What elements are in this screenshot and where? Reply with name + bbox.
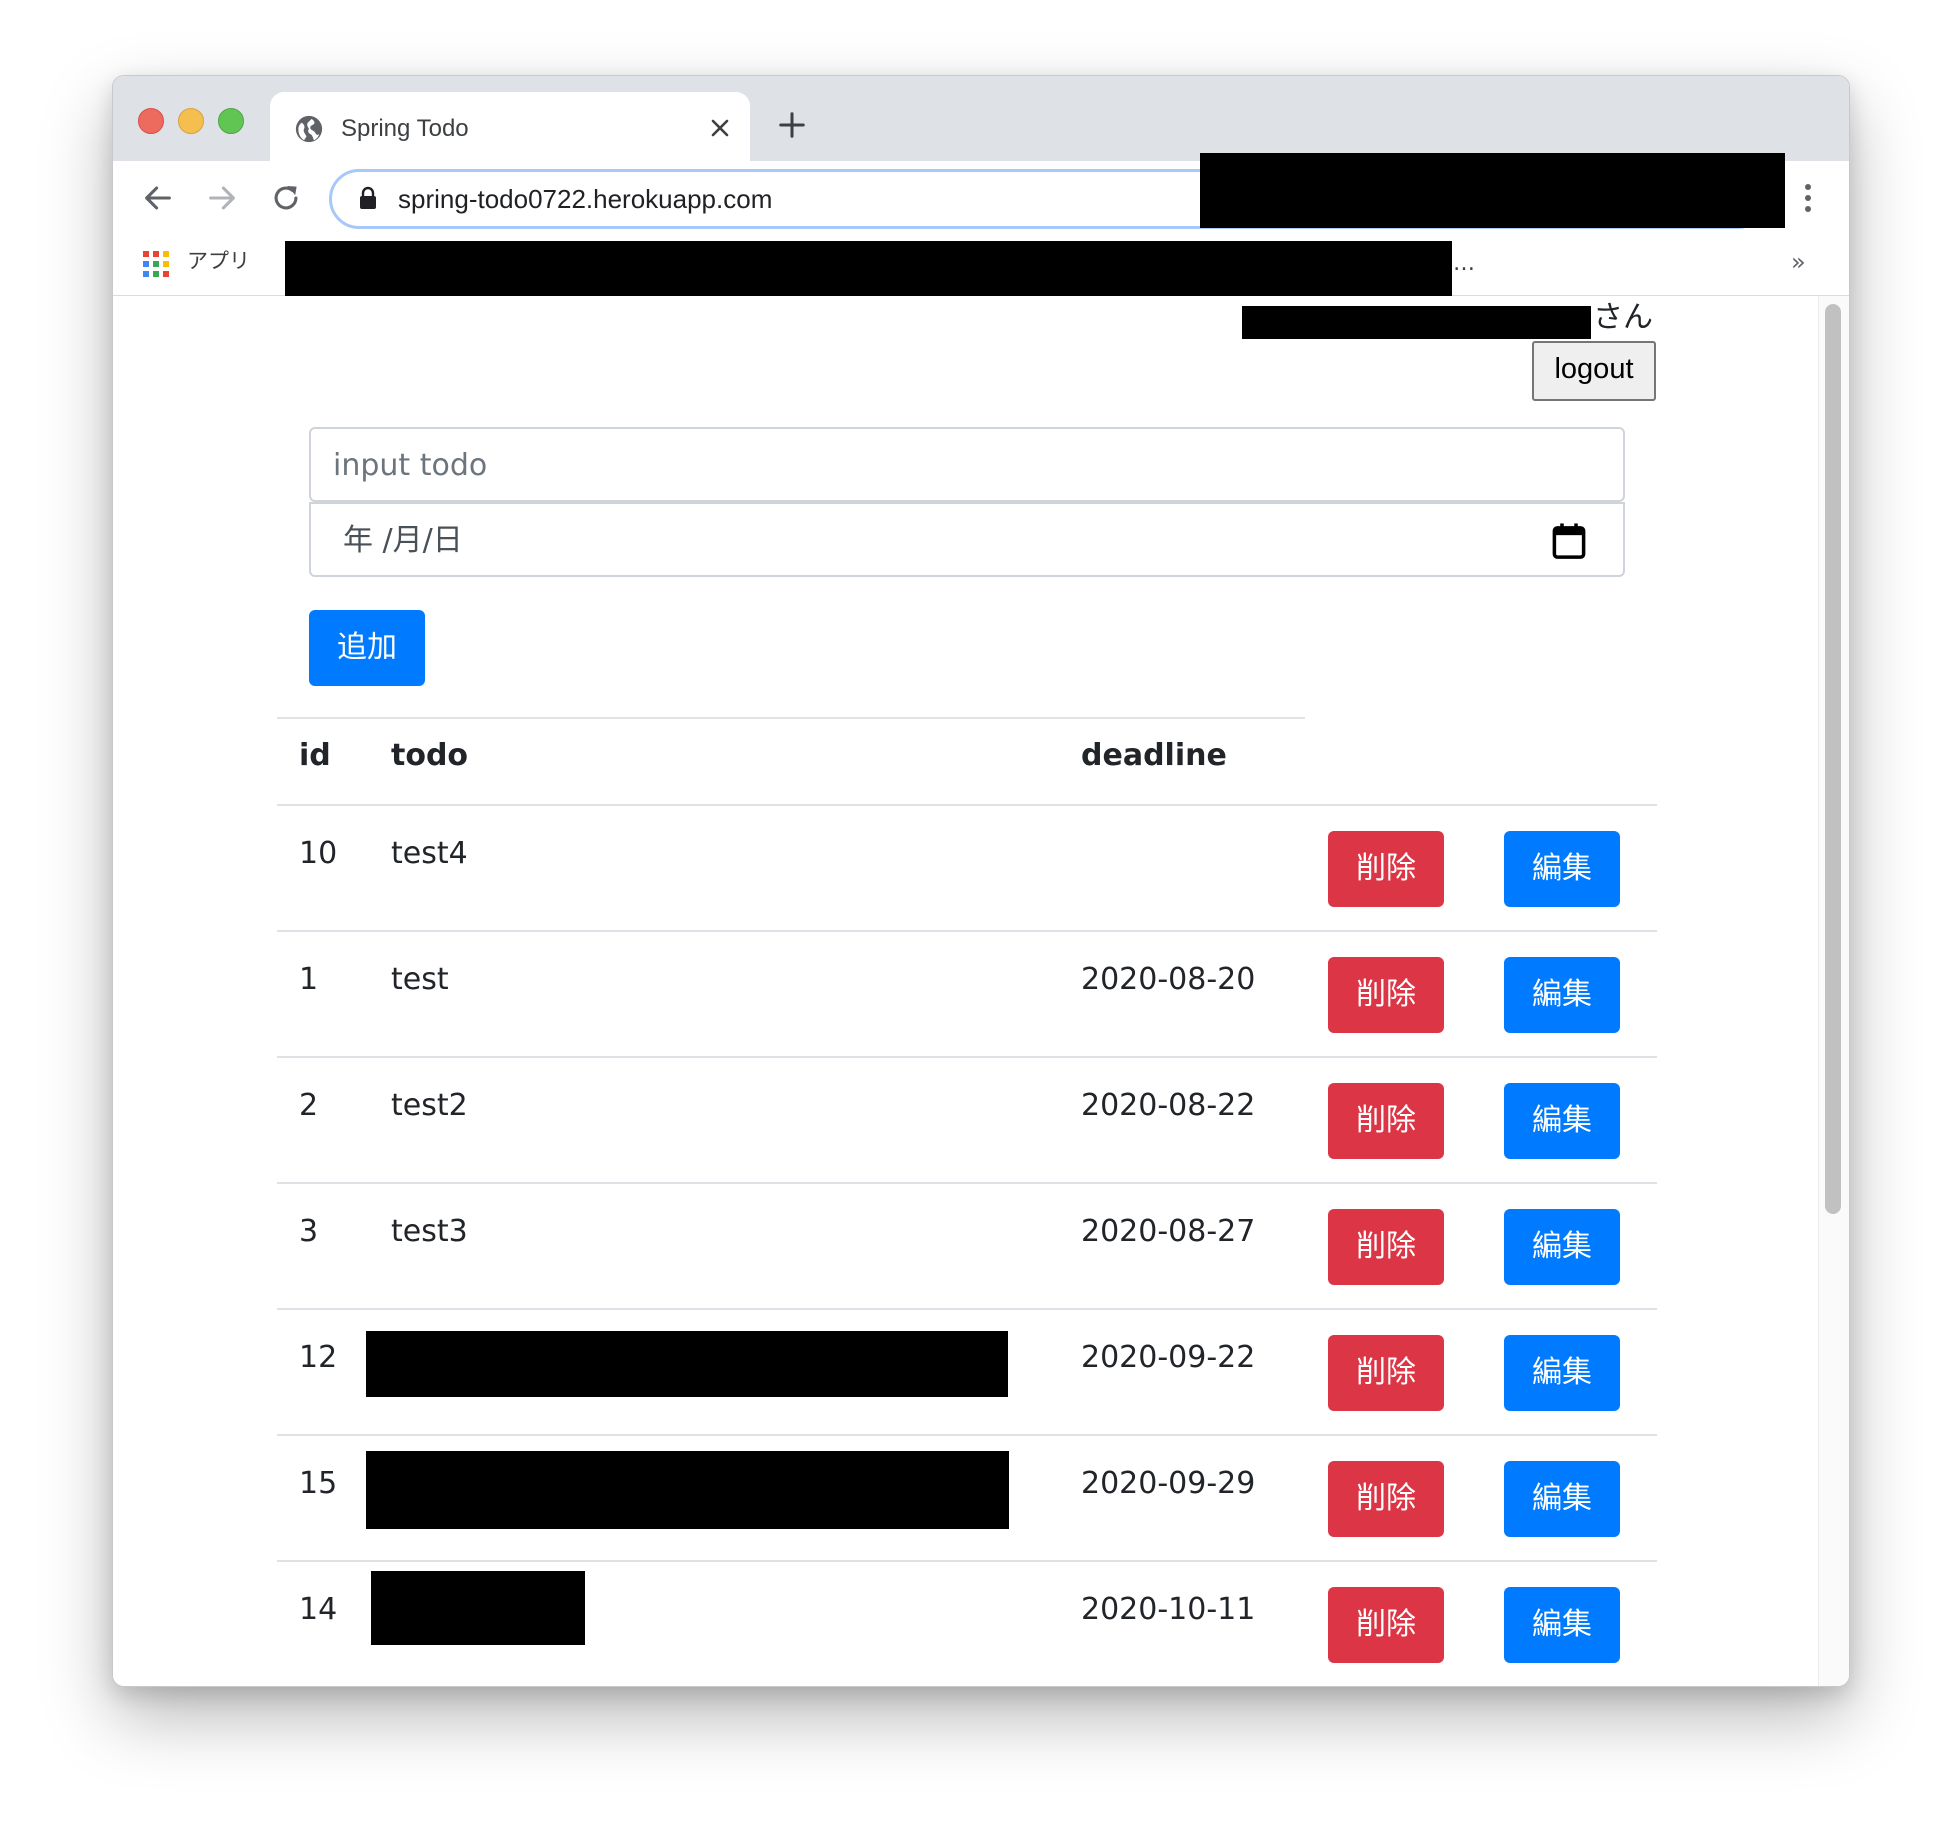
apps-grid-icon[interactable]: [143, 251, 169, 277]
cell-deadline: 2020-08-27: [1081, 1214, 1256, 1249]
close-window-button[interactable]: [138, 108, 164, 134]
forward-arrow-icon[interactable]: [205, 181, 239, 215]
reload-icon[interactable]: [269, 181, 303, 215]
edit-button[interactable]: 編集: [1504, 1083, 1620, 1159]
cell-id: 3: [299, 1214, 319, 1249]
scrollbar-thumb[interactable]: [1825, 304, 1841, 1214]
delete-button[interactable]: 削除: [1328, 1461, 1444, 1537]
cell-todo: test4: [391, 836, 468, 871]
calendar-icon[interactable]: [1551, 522, 1587, 560]
delete-button[interactable]: 削除: [1328, 1587, 1444, 1663]
row-divider: [277, 1056, 1657, 1058]
delete-button[interactable]: 削除: [1328, 957, 1444, 1033]
tab-spring-todo[interactable]: Spring Todo: [270, 92, 750, 161]
new-tab-icon[interactable]: [777, 110, 807, 140]
divider: [277, 717, 1305, 719]
browser-menu-icon[interactable]: [1801, 181, 1815, 215]
username-redaction: [1242, 306, 1591, 339]
row-divider: [277, 804, 1657, 806]
user-suffix-text: さん: [1593, 300, 1653, 335]
edit-button[interactable]: 編集: [1504, 1461, 1620, 1537]
cell-deadline: 2020-09-22: [1081, 1340, 1256, 1375]
page-viewport: さん logout input todo 年 /月/日 追加 id todo d: [113, 296, 1849, 1686]
edit-button[interactable]: 編集: [1504, 1335, 1620, 1411]
todo-redaction: [366, 1451, 1009, 1529]
tab-strip: Spring Todo: [113, 76, 1849, 161]
delete-button[interactable]: 削除: [1328, 1083, 1444, 1159]
cell-deadline: 2020-09-29: [1081, 1466, 1256, 1501]
browser-window: Spring Todo spring-todo0722.herokuapp.co…: [112, 75, 1850, 1687]
cell-id: 12: [299, 1340, 338, 1375]
add-button[interactable]: 追加: [309, 610, 425, 686]
cell-todo: test: [391, 962, 449, 997]
date-input-placeholder: 年 /月/日: [343, 523, 463, 558]
row-divider: [277, 1308, 1657, 1310]
cell-todo: test3: [391, 1214, 468, 1249]
column-header-todo: todo: [391, 738, 469, 773]
deadline-date-input[interactable]: 年 /月/日: [309, 502, 1625, 577]
delete-button[interactable]: 削除: [1328, 831, 1444, 907]
url-text: spring-todo0722.herokuapp.com: [398, 184, 773, 214]
redaction-block: [285, 241, 1452, 299]
back-arrow-icon[interactable]: [141, 181, 175, 215]
todo-redaction: [366, 1331, 1008, 1397]
close-tab-icon[interactable]: [708, 116, 732, 140]
column-header-deadline: deadline: [1081, 738, 1227, 773]
cell-id: 2: [299, 1088, 319, 1123]
row-divider: [277, 1560, 1657, 1562]
edit-button[interactable]: 編集: [1504, 1209, 1620, 1285]
cell-deadline: 2020-10-11: [1081, 1592, 1256, 1627]
screenshot-stage: Spring Todo spring-todo0722.herokuapp.co…: [0, 0, 1960, 1832]
zoom-window-button[interactable]: [218, 108, 244, 134]
edit-button[interactable]: 編集: [1504, 957, 1620, 1033]
row-divider: [277, 1434, 1657, 1436]
cell-id: 14: [299, 1592, 338, 1627]
row-divider: [277, 930, 1657, 932]
edit-button[interactable]: 編集: [1504, 831, 1620, 907]
todo-input-placeholder: input todo: [333, 448, 488, 483]
delete-button[interactable]: 削除: [1328, 1335, 1444, 1411]
bookmark-overflow-text: …: [1453, 251, 1475, 276]
cell-todo: test2: [391, 1088, 468, 1123]
cell-id: 15: [299, 1466, 338, 1501]
apps-bookmark-label[interactable]: アプリ: [187, 247, 250, 277]
bookmarks-more-icon[interactable]: »: [1791, 247, 1806, 277]
column-header-id: id: [299, 738, 331, 773]
edit-button[interactable]: 編集: [1504, 1587, 1620, 1663]
logout-button[interactable]: logout: [1532, 341, 1656, 401]
redaction-block: [1200, 153, 1785, 228]
row-divider: [277, 1182, 1657, 1184]
lock-icon: [360, 186, 376, 209]
cell-deadline: 2020-08-20: [1081, 962, 1256, 997]
tab-title: Spring Todo: [341, 115, 469, 142]
minimize-window-button[interactable]: [178, 108, 204, 134]
cell-deadline: 2020-08-22: [1081, 1088, 1256, 1123]
cell-id: 1: [299, 962, 319, 997]
todo-input[interactable]: input todo: [309, 427, 1625, 502]
globe-icon: [295, 115, 323, 143]
cell-id: 10: [299, 836, 338, 871]
todo-redaction: [371, 1571, 585, 1645]
delete-button[interactable]: 削除: [1328, 1209, 1444, 1285]
